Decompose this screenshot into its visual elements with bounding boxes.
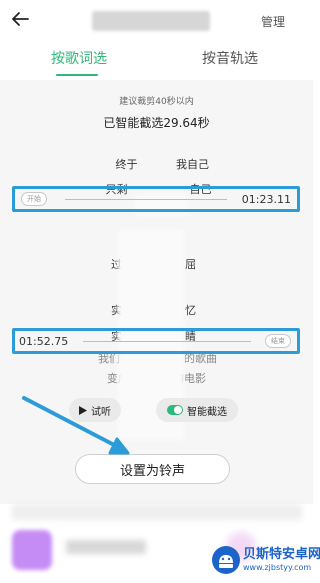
end-marker[interactable]: 01:52.75 结束 xyxy=(12,328,300,354)
song-title-blurred xyxy=(92,11,210,31)
clip-hint: 建议裁剪40秒以内 xyxy=(119,97,194,107)
blurred-song-name xyxy=(66,540,146,554)
active-tab-indicator xyxy=(56,74,98,76)
end-marker-line xyxy=(83,341,251,342)
clip-editor: 建议裁剪40秒以内 已智能截选29.64秒 终于 我自己 只剩 自己 过 屈 实… xyxy=(0,80,313,504)
start-marker-line xyxy=(65,199,227,200)
play-icon xyxy=(79,405,87,415)
selected-duration: 已智能截选29.64秒 xyxy=(103,116,210,130)
audition-button[interactable]: 试听 xyxy=(69,398,121,422)
selection-tabs: 按歌词选 按音轨选 xyxy=(0,44,313,78)
manage-button[interactable]: 管理 xyxy=(261,13,285,30)
start-tag: 开始 xyxy=(21,192,47,206)
album-cover[interactable] xyxy=(12,530,52,570)
watermark-title: 贝斯特安卓网 xyxy=(243,547,320,562)
audition-label: 试听 xyxy=(91,406,111,418)
tab-by-lyrics[interactable]: 按歌词选 xyxy=(51,48,107,68)
start-time: 01:23.11 xyxy=(241,193,291,206)
end-tag: 结束 xyxy=(265,334,291,348)
tab-by-track[interactable]: 按音轨选 xyxy=(202,48,258,68)
smart-clip-label: 智能截选 xyxy=(187,406,227,418)
top-bar: 管理 xyxy=(0,0,313,40)
watermark: 贝斯特安卓网 www.zjbstyy.com xyxy=(211,543,320,579)
android-logo-icon xyxy=(212,546,240,574)
blurred-bar xyxy=(12,504,302,520)
lyric-line[interactable]: 我自己 xyxy=(36,156,320,172)
back-arrow-icon[interactable] xyxy=(10,9,30,29)
controls-row: 试听 智能截选 xyxy=(0,398,313,422)
watermark-url: www.zjbstyy.com xyxy=(243,563,312,572)
smart-clip-toggle[interactable]: 智能截选 xyxy=(156,398,238,422)
set-ringtone-button[interactable]: 设置为铃声 xyxy=(75,454,230,484)
start-marker[interactable]: 开始 01:23.11 xyxy=(12,186,300,212)
toggle-switch-icon xyxy=(167,405,183,415)
end-time: 01:52.75 xyxy=(19,335,69,348)
